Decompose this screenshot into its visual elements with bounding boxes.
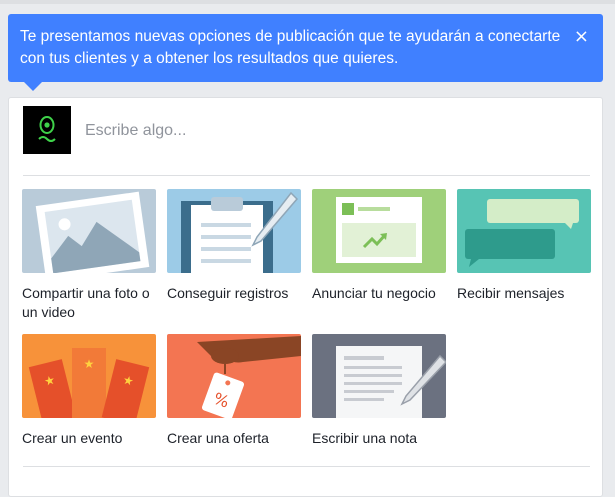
note-icon xyxy=(312,334,446,418)
option-get-leads[interactable]: Conseguir registros xyxy=(167,189,301,303)
option-label: Conseguir registros xyxy=(167,285,289,301)
composer-divider xyxy=(23,175,590,176)
option-share-photo[interactable]: Compartir una foto o un video xyxy=(22,189,156,322)
tickets-icon: ★ ★ ★ xyxy=(22,334,156,418)
tooltip-arrow xyxy=(24,82,42,91)
offer-tag-icon: % xyxy=(167,334,301,418)
option-label: Crear un evento xyxy=(22,430,123,446)
option-create-event[interactable]: ★ ★ ★ Crear un evento xyxy=(22,334,156,448)
composer-card: Compartir una foto o un video Conseguir … xyxy=(8,97,603,497)
option-receive-messages[interactable]: Recibir mensajes xyxy=(457,189,591,303)
ad-icon xyxy=(312,189,446,273)
option-label: Anunciar tu negocio xyxy=(312,285,436,301)
option-advertise-business[interactable]: Anunciar tu negocio xyxy=(312,189,446,303)
option-create-offer[interactable]: % Crear una oferta xyxy=(167,334,301,448)
close-icon[interactable]: × xyxy=(574,26,589,48)
announcement-tooltip: Te presentamos nuevas opciones de public… xyxy=(8,14,603,82)
svg-text:★: ★ xyxy=(84,357,95,371)
option-label: Escribir una nota xyxy=(312,430,418,446)
composer xyxy=(23,106,590,166)
page-avatar[interactable] xyxy=(23,106,71,154)
chat-bubbles-icon xyxy=(457,189,591,273)
photo-icon xyxy=(22,189,156,273)
option-write-note[interactable]: Escribir una nota xyxy=(312,334,446,448)
tooltip-text: Te presentamos nuevas opciones de public… xyxy=(20,28,561,67)
option-label: Compartir una foto o un video xyxy=(22,285,150,320)
option-label: Recibir mensajes xyxy=(457,285,565,301)
option-label: Crear una oferta xyxy=(167,430,269,446)
top-divider xyxy=(0,0,615,4)
clipboard-icon xyxy=(167,189,301,273)
composer-input[interactable] xyxy=(85,120,525,142)
bottom-divider xyxy=(23,466,590,467)
